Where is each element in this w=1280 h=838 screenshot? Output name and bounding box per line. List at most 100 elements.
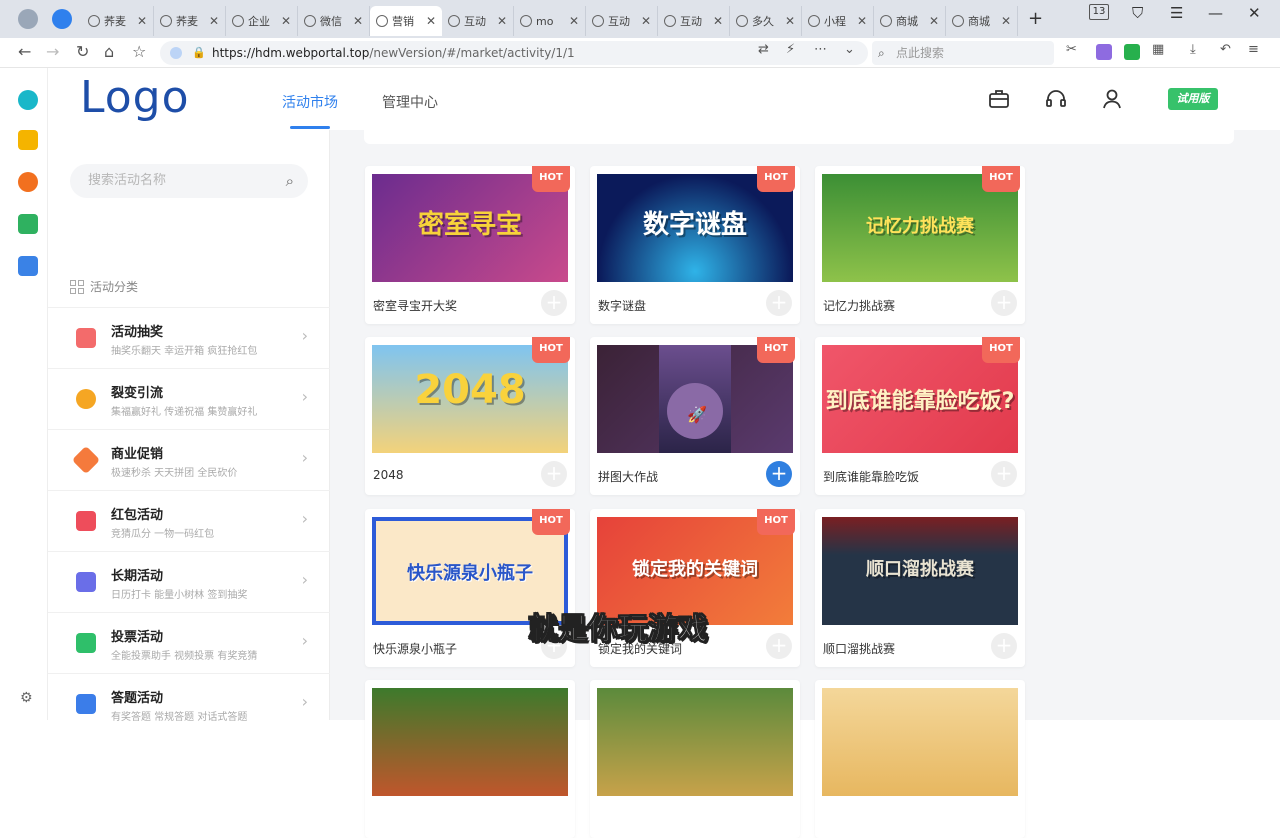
add-icon[interactable]: +: [766, 633, 792, 659]
category-item-voting[interactable]: 投票活动 全能投票助手 视频投票 有奖竞猜 ›: [48, 612, 330, 673]
browser-tab[interactable]: 微信 ✕: [298, 6, 370, 36]
add-icon[interactable]: +: [541, 461, 567, 487]
close-tab-icon[interactable]: ✕: [281, 14, 291, 28]
profile-avatar-icon[interactable]: [18, 9, 38, 29]
category-item-quiz[interactable]: 答题活动 有奖答题 常规答题 对话式答题 ›: [48, 673, 330, 734]
category-item-lottery[interactable]: 活动抽奖 抽奖乐翻天 幸运开箱 疯狂抢红包 ›: [48, 307, 330, 368]
activity-card[interactable]: [365, 680, 575, 838]
add-icon[interactable]: +: [991, 461, 1017, 487]
browser-home-icon[interactable]: [52, 9, 72, 29]
activity-card[interactable]: 2048 HOT 2048 +: [365, 337, 575, 495]
activity-thumbnail: [597, 688, 793, 796]
toolbox-icon[interactable]: [988, 88, 1010, 110]
activity-thumbnail: [822, 688, 1018, 796]
nav-activity-market[interactable]: 活动市场: [282, 92, 338, 129]
scissors-icon[interactable]: ✂: [1066, 42, 1077, 57]
activity-card[interactable]: [590, 680, 800, 838]
browser-tab[interactable]: 荞麦 ✕: [154, 6, 226, 36]
tab-count-badge[interactable]: 13: [1089, 4, 1109, 20]
tab-favicon-icon: [952, 15, 964, 27]
download-icon[interactable]: ⤓: [1190, 42, 1196, 57]
browser-tab[interactable]: 企业 ✕: [226, 6, 298, 36]
browser-tab[interactable]: 荞麦 ✕: [82, 6, 154, 36]
close-window-button[interactable]: ✕: [1248, 4, 1261, 22]
trial-version-badge[interactable]: 试用版: [1168, 88, 1218, 110]
activity-card[interactable]: 顺口溜挑战赛 顺口溜挑战赛 +: [815, 509, 1025, 667]
browser-tab[interactable]: 多久 ✕: [730, 6, 802, 36]
add-icon[interactable]: +: [766, 461, 792, 487]
category-item-long-term[interactable]: 长期活动 日历打卡 能量小树林 签到抽奖 ›: [48, 551, 330, 612]
rocket-icon: 🚀: [687, 405, 707, 424]
reload-icon[interactable]: ↻: [76, 42, 89, 61]
close-tab-icon[interactable]: ✕: [857, 14, 867, 28]
tab-favicon-icon: [160, 15, 172, 27]
menu-icon[interactable]: ≡: [1248, 42, 1259, 57]
logo[interactable]: Logo: [80, 72, 190, 123]
new-tab-button[interactable]: +: [1028, 8, 1043, 29]
favorites-star-icon[interactable]: [18, 130, 38, 150]
add-icon[interactable]: +: [766, 290, 792, 316]
close-tab-icon[interactable]: ✕: [1001, 14, 1011, 28]
chevron-right-icon: ›: [301, 692, 308, 711]
add-circle-icon[interactable]: [18, 90, 38, 110]
nav-management-center[interactable]: 管理中心: [382, 92, 438, 112]
browser-tab-active[interactable]: 营销 ✕: [370, 6, 442, 36]
browser-sidebar: [0, 68, 48, 720]
reader-icon[interactable]: [1124, 44, 1140, 60]
translate-icon[interactable]: ⇄: [758, 42, 769, 57]
settings-gear-icon[interactable]: ⚙: [20, 690, 33, 706]
notes-icon[interactable]: [18, 256, 38, 276]
activity-card[interactable]: 🚀 HOT 拼图大作战 +: [590, 337, 800, 495]
add-icon[interactable]: +: [991, 290, 1017, 316]
activity-card[interactable]: 密室寻宝 HOT 密室寻宝开大奖 +: [365, 166, 575, 324]
home-icon[interactable]: ⌂: [104, 42, 114, 61]
close-tab-icon[interactable]: ✕: [209, 14, 219, 28]
extension-icon[interactable]: [1096, 44, 1112, 60]
mail-icon[interactable]: [18, 214, 38, 234]
close-tab-icon[interactable]: ✕: [929, 14, 939, 28]
category-item-promotion[interactable]: 商业促销 极速秒杀 天天拼团 全民砍价 ›: [48, 429, 330, 490]
close-tab-icon[interactable]: ✕: [785, 14, 795, 28]
back-arrow-icon[interactable]: ←: [18, 42, 31, 61]
close-tab-icon[interactable]: ✕: [426, 14, 436, 28]
close-tab-icon[interactable]: ✕: [353, 14, 363, 28]
close-tab-icon[interactable]: ✕: [569, 14, 579, 28]
shirt-icon[interactable]: ⛉: [1132, 4, 1143, 22]
apps-grid-icon[interactable]: ▦: [1152, 42, 1164, 57]
browser-tab[interactable]: mo ✕: [514, 6, 586, 36]
browser-tab[interactable]: 小程 ✕: [802, 6, 874, 36]
bookmark-star-icon[interactable]: ☆: [132, 42, 146, 61]
user-icon[interactable]: [1101, 88, 1123, 110]
browser-tab[interactable]: 商城 ✕: [874, 6, 946, 36]
add-icon[interactable]: +: [991, 633, 1017, 659]
activity-card[interactable]: 数字谜盘 HOT 数字谜盘 +: [590, 166, 800, 324]
category-item-viral[interactable]: 裂变引流 集福赢好礼 传递祝福 集赞赢好礼 ›: [48, 368, 330, 429]
headset-icon[interactable]: [1045, 88, 1067, 110]
chevron-right-icon: ›: [301, 509, 308, 528]
close-tab-icon[interactable]: ✕: [137, 14, 147, 28]
activity-card[interactable]: [815, 680, 1025, 838]
menu-icon[interactable]: ☰: [1170, 4, 1183, 22]
tab-favicon-icon: [520, 15, 532, 27]
undo-icon[interactable]: ↶: [1220, 42, 1231, 57]
activity-card[interactable]: 记忆力挑战赛 HOT 记忆力挑战赛 +: [815, 166, 1025, 324]
chevron-down-icon[interactable]: ⌄: [844, 42, 855, 57]
close-tab-icon[interactable]: ✕: [497, 14, 507, 28]
browser-search-input[interactable]: ⌕ 点此搜索: [872, 41, 1054, 65]
lightning-icon[interactable]: ⚡: [786, 42, 795, 57]
browser-tab[interactable]: 互动 ✕: [442, 6, 514, 36]
close-tab-icon[interactable]: ✕: [713, 14, 723, 28]
browser-tab[interactable]: 互动 ✕: [586, 6, 658, 36]
minimize-button[interactable]: —: [1208, 4, 1223, 22]
activity-search-input[interactable]: 搜索活动名称 ⌕: [70, 164, 308, 198]
close-tab-icon[interactable]: ✕: [641, 14, 651, 28]
category-item-red-packet[interactable]: 红包活动 竞猜瓜分 一物一码红包 ›: [48, 490, 330, 551]
browser-tab[interactable]: 互动 ✕: [658, 6, 730, 36]
more-options-icon[interactable]: ⋯: [814, 42, 827, 57]
search-icon[interactable]: ⌕: [286, 164, 294, 198]
activity-card[interactable]: 到底谁能靠脸吃饭? HOT 到底谁能靠脸吃饭 +: [815, 337, 1025, 495]
weibo-icon[interactable]: [18, 172, 38, 192]
forward-arrow-icon[interactable]: →: [46, 42, 59, 61]
add-icon[interactable]: +: [541, 290, 567, 316]
browser-tab[interactable]: 商城 ✕: [946, 6, 1018, 36]
